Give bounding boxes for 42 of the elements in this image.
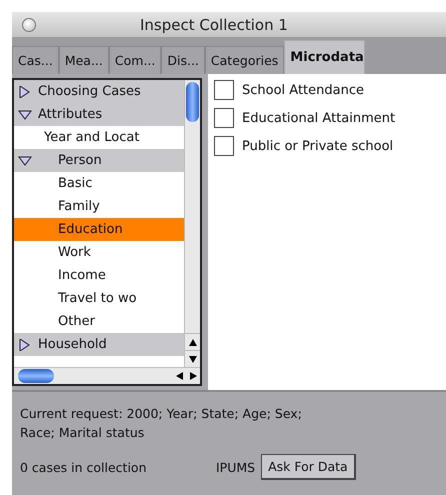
checkbox[interactable]: [214, 80, 234, 100]
horizontal-scrollbar[interactable]: [14, 367, 200, 384]
tree-item[interactable]: Year and Locat: [14, 126, 184, 149]
source-label: IPUMS: [216, 460, 256, 474]
tab[interactable]: Mea...: [58, 46, 109, 74]
left-arrow-icon[interactable]: [176, 372, 182, 380]
checkbox-label: School Attendance: [242, 82, 364, 98]
checkbox[interactable]: [214, 108, 234, 128]
checkbox-label: Educational Attainment: [242, 110, 396, 126]
tree-item[interactable]: Attributes: [14, 103, 184, 126]
window-title: Inspect Collection 1: [140, 16, 288, 34]
ask-for-data-button[interactable]: Ask For Data: [261, 454, 356, 480]
tab[interactable]: Categories: [204, 46, 284, 74]
disclosure-triangle-icon[interactable]: [18, 86, 32, 98]
disclosure-triangle-icon[interactable]: [18, 154, 32, 166]
tab[interactable]: Dis...: [161, 46, 205, 74]
right-arrow-icon[interactable]: [190, 372, 196, 380]
close-icon[interactable]: [22, 18, 36, 32]
tree-item[interactable]: Choosing Cases: [14, 80, 184, 103]
disclosure-triangle-icon[interactable]: [18, 338, 32, 350]
tree-item[interactable]: Travel to wo: [14, 287, 184, 310]
tree-item[interactable]: Basic: [14, 172, 184, 195]
vertical-scrollbar[interactable]: [184, 80, 200, 367]
scroll-thumb[interactable]: [18, 369, 54, 383]
down-arrow-icon[interactable]: [188, 356, 196, 362]
tree-item[interactable]: Income: [14, 264, 184, 287]
disclosure-triangle-icon[interactable]: [18, 108, 32, 120]
tree-item[interactable]: Other: [14, 310, 184, 333]
up-arrow-icon[interactable]: [188, 338, 196, 346]
tab[interactable]: Com...: [108, 46, 162, 74]
tab[interactable]: Microdata: [284, 40, 365, 74]
case-count-text: 0 cases in collection: [20, 460, 148, 474]
tree-item[interactable]: Family: [14, 195, 184, 218]
tree-item[interactable]: Person: [14, 149, 184, 172]
tree-item[interactable]: Work: [14, 241, 184, 264]
scroll-thumb[interactable]: [186, 82, 199, 122]
tree-item[interactable]: Household: [14, 333, 184, 356]
checkbox-label: Public or Private school: [242, 138, 394, 154]
checkbox[interactable]: [214, 136, 234, 156]
tree-item[interactable]: Education: [14, 218, 184, 241]
tab[interactable]: Cas...: [12, 46, 59, 74]
current-request-text: Current request: 2000; Year; State; Age; Sex; Race; Marital status: [20, 405, 303, 442]
